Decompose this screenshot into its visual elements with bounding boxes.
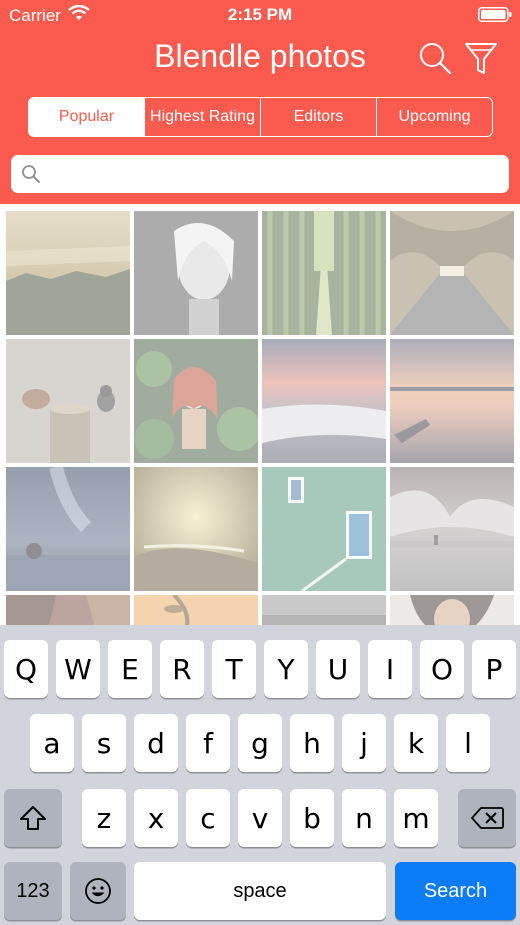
status-bar: Carrier 2:15 PM bbox=[0, 0, 520, 30]
tab-upcoming[interactable]: Upcoming bbox=[376, 98, 492, 136]
photo-thumbnail[interactable] bbox=[134, 339, 258, 463]
key-a[interactable]: a bbox=[30, 714, 74, 772]
key-k[interactable]: k bbox=[394, 714, 438, 772]
photo-thumbnail[interactable] bbox=[134, 211, 258, 335]
key-s[interactable]: s bbox=[82, 714, 126, 772]
key-f[interactable]: f bbox=[186, 714, 230, 772]
search-key[interactable]: Search bbox=[395, 862, 516, 920]
key-p[interactable]: P bbox=[472, 640, 516, 698]
key-j[interactable]: j bbox=[342, 714, 386, 772]
photo-thumbnail[interactable] bbox=[134, 467, 258, 591]
photo-thumbnail[interactable] bbox=[262, 211, 386, 335]
key-y[interactable]: Y bbox=[264, 640, 308, 698]
key-v[interactable]: v bbox=[238, 789, 282, 847]
battery-icon bbox=[478, 7, 512, 22]
key-r[interactable]: R bbox=[160, 640, 204, 698]
key-e[interactable]: E bbox=[108, 640, 152, 698]
photo-thumbnail[interactable] bbox=[6, 467, 130, 591]
key-u[interactable]: U bbox=[316, 640, 360, 698]
emoji-icon bbox=[85, 878, 111, 904]
photo-thumbnail[interactable] bbox=[6, 211, 130, 335]
key-x[interactable]: x bbox=[134, 789, 178, 847]
key-l[interactable]: l bbox=[446, 714, 490, 772]
key-n[interactable]: n bbox=[342, 789, 386, 847]
photo-thumbnail[interactable] bbox=[6, 339, 130, 463]
clock: 2:15 PM bbox=[227, 5, 293, 24]
key-d[interactable]: d bbox=[134, 714, 178, 772]
key-c[interactable]: c bbox=[186, 789, 230, 847]
magnifier-icon bbox=[22, 165, 40, 183]
key-t[interactable]: T bbox=[212, 640, 256, 698]
key-h[interactable]: h bbox=[290, 714, 334, 772]
tab-highest-rating[interactable]: Highest Rating bbox=[144, 98, 260, 136]
header: Carrier 2:15 PM Blendle photos Popular H… bbox=[0, 0, 520, 204]
search-input[interactable] bbox=[51, 155, 501, 193]
shift-key[interactable] bbox=[4, 789, 62, 847]
space-key[interactable]: space bbox=[134, 862, 386, 920]
emoji-key[interactable] bbox=[70, 862, 126, 920]
key-q[interactable]: Q bbox=[4, 640, 48, 698]
key-m[interactable]: m bbox=[394, 789, 438, 847]
photo-thumbnail[interactable] bbox=[390, 467, 514, 591]
photo-thumbnail[interactable] bbox=[262, 339, 386, 463]
search-icon[interactable] bbox=[417, 40, 453, 76]
keyboard: Q W E R T Y U I O P a s d f g h j k l z … bbox=[0, 625, 520, 925]
numbers-key[interactable]: 123 bbox=[4, 862, 62, 920]
key-i[interactable]: I bbox=[368, 640, 412, 698]
filter-icon[interactable] bbox=[463, 40, 499, 76]
photo-thumbnail[interactable] bbox=[390, 211, 514, 335]
shift-icon bbox=[20, 806, 46, 830]
backspace-icon bbox=[471, 807, 504, 829]
photo-thumbnail[interactable] bbox=[262, 467, 386, 591]
key-z[interactable]: z bbox=[82, 789, 126, 847]
key-w[interactable]: W bbox=[56, 640, 100, 698]
photo-thumbnail[interactable] bbox=[390, 339, 514, 463]
search-bar bbox=[11, 155, 509, 193]
tab-editors[interactable]: Editors bbox=[260, 98, 376, 136]
tab-popular[interactable]: Popular bbox=[29, 98, 144, 136]
key-o[interactable]: O bbox=[420, 640, 464, 698]
key-b[interactable]: b bbox=[290, 789, 334, 847]
backspace-key[interactable] bbox=[458, 789, 516, 847]
segmented-control: Popular Highest Rating Editors Upcoming bbox=[28, 97, 493, 137]
key-g[interactable]: g bbox=[238, 714, 282, 772]
